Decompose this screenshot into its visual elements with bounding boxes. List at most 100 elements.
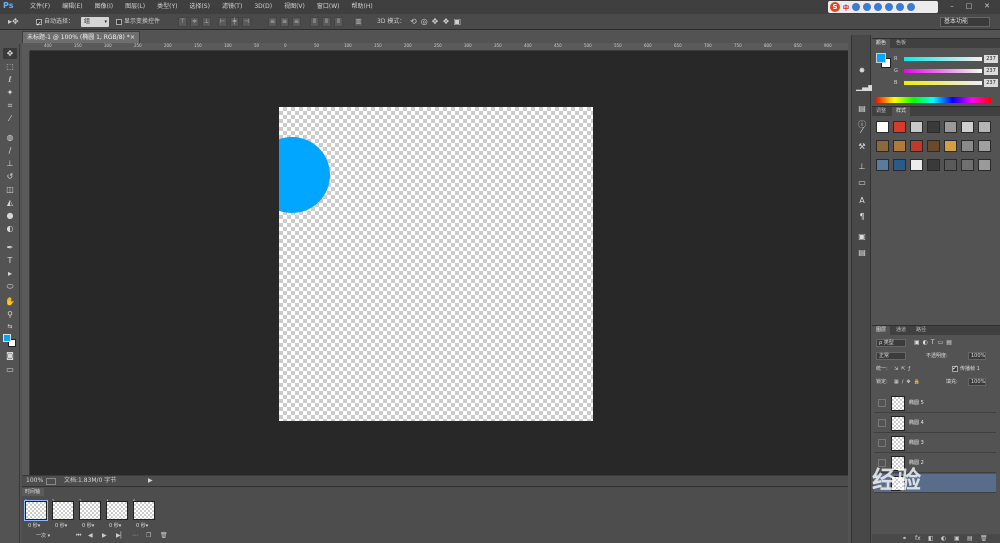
tab-adjustments[interactable]: 调整: [872, 107, 890, 116]
layer-thumbnail[interactable]: [891, 416, 905, 431]
layer-filter-dropdown[interactable]: ρ 类型: [876, 339, 906, 347]
layer-row[interactable]: 椭圆 3: [874, 434, 996, 453]
menu-type[interactable]: 类型(Y): [151, 0, 183, 14]
align-left-button[interactable]: ⊢: [218, 17, 227, 27]
color-spectrum-bar[interactable]: [875, 97, 991, 103]
document-tab[interactable]: 未标题-1 @ 100% (椭圆 1, RGB/8) * ×: [22, 31, 140, 43]
blur-tool-icon[interactable]: ●: [3, 210, 17, 221]
blend-mode-dropdown[interactable]: 正常: [876, 352, 906, 360]
tray-icon[interactable]: [885, 3, 894, 11]
notes-icon[interactable]: ▣: [856, 231, 868, 243]
distribute-right-button[interactable]: ⦀: [334, 17, 343, 27]
magic-wand-tool-icon[interactable]: ✦: [3, 87, 17, 98]
adjustment-layer-icon[interactable]: ◐: [941, 534, 946, 543]
clone-source-icon[interactable]: ⊥: [856, 161, 868, 173]
lock-icons[interactable]: ▦∕✥🔒: [894, 377, 923, 387]
style-swatch[interactable]: [961, 140, 974, 152]
brush-presets-icon[interactable]: ⁄: [856, 125, 868, 137]
style-swatch[interactable]: [961, 159, 974, 171]
style-swatch[interactable]: [876, 159, 889, 171]
paragraph-icon[interactable]: ¶: [856, 211, 868, 223]
style-swatch[interactable]: [978, 159, 991, 171]
eraser-tool-icon[interactable]: ◫: [3, 184, 17, 195]
hand-tool-icon[interactable]: ✋: [3, 296, 17, 307]
distribute-left-button[interactable]: ⦀: [310, 17, 319, 27]
green-track[interactable]: [904, 69, 982, 73]
style-swatch[interactable]: [893, 140, 906, 152]
3d-mode-icons[interactable]: ⟲◎✥❖▣: [410, 14, 465, 30]
crop-tool-icon[interactable]: ⌗: [3, 100, 17, 111]
timeline-frame[interactable]: 1 0 秒▾: [24, 499, 48, 529]
dodge-tool-icon[interactable]: ◐: [3, 223, 17, 234]
brush-tool-icon[interactable]: ∕: [3, 145, 17, 156]
checkbox-icon[interactable]: [952, 363, 958, 373]
align-bottom-button[interactable]: ⊥: [202, 17, 211, 27]
menu-select[interactable]: 选择(S): [183, 0, 216, 14]
tab-color[interactable]: 颜色: [872, 39, 891, 48]
red-track[interactable]: [904, 57, 982, 61]
align-vcenter-button[interactable]: ≑: [190, 17, 199, 27]
first-frame-icon[interactable]: ⏮: [76, 532, 81, 540]
tab-paths[interactable]: 路径: [912, 326, 930, 335]
style-swatch[interactable]: [893, 121, 906, 133]
frame-thumbnail[interactable]: [24, 500, 48, 521]
menu-edit[interactable]: 编辑(E): [56, 0, 88, 14]
style-swatch[interactable]: [927, 121, 940, 133]
blue-ellipse-shape[interactable]: [279, 137, 330, 213]
loop-options-dropdown[interactable]: 一次 ▾: [36, 532, 50, 539]
menu-window[interactable]: 窗口(W): [311, 0, 346, 14]
style-swatch[interactable]: [978, 121, 991, 133]
properties-icon[interactable]: ▤: [856, 103, 868, 115]
fill-input[interactable]: 100%: [968, 378, 986, 386]
layer-thumbnail[interactable]: [891, 396, 905, 411]
align-top-button[interactable]: ⊤: [178, 17, 187, 27]
timeline-tab[interactable]: 时间轴: [22, 488, 44, 496]
zoom-tool-icon[interactable]: ⚲: [3, 309, 17, 320]
menu-view[interactable]: 视图(V): [278, 0, 311, 14]
ellipse-tool-icon[interactable]: ⬭: [3, 281, 17, 292]
frame-thumbnail[interactable]: [106, 501, 128, 520]
distribute-hcenter-button[interactable]: ⦀: [322, 17, 331, 27]
blue-slider[interactable]: B 237: [894, 79, 998, 87]
auto-align-button[interactable]: ▥: [354, 17, 363, 27]
tray-icon[interactable]: [896, 3, 905, 11]
checkbox-icon[interactable]: [116, 18, 122, 25]
character-icon[interactable]: A: [856, 195, 868, 207]
timeline-frame[interactable]: 4 0 秒▾: [105, 499, 129, 529]
layer-row[interactable]: 椭圆 4: [874, 414, 996, 433]
input-lang-label[interactable]: 中: [843, 3, 849, 12]
green-slider[interactable]: G 237: [894, 67, 998, 75]
ruler-origin[interactable]: [22, 43, 30, 51]
layer-style-icon[interactable]: fx: [915, 534, 921, 543]
layer-row[interactable]: 椭圆 5: [874, 394, 996, 413]
visibility-eye-icon[interactable]: [878, 439, 886, 447]
auto-select-checkbox[interactable]: 自动选择：: [36, 14, 74, 32]
path-selection-tool-icon[interactable]: ▸: [3, 268, 17, 279]
propagate-frame-checkbox[interactable]: 传播帧 1: [952, 363, 980, 374]
type-tool-icon[interactable]: T: [3, 255, 17, 266]
opacity-input[interactable]: 100%: [968, 352, 986, 360]
style-swatch[interactable]: [876, 140, 889, 152]
canvas-workspace[interactable]: [30, 51, 848, 475]
lasso-tool-icon[interactable]: ℓ: [3, 74, 17, 85]
new-layer-icon[interactable]: ▤: [967, 534, 973, 543]
vertical-ruler[interactable]: [22, 51, 30, 475]
green-value[interactable]: 237: [984, 67, 998, 75]
tray-icon[interactable]: [874, 3, 883, 11]
play-icon[interactable]: ▶: [102, 532, 107, 539]
frame-duration[interactable]: 0 秒▾: [82, 522, 94, 529]
frame-duration[interactable]: 0 秒▾: [136, 522, 148, 529]
menu-file[interactable]: 文件(F): [24, 0, 56, 14]
layer-name[interactable]: 椭圆 3: [909, 434, 924, 453]
clone-stamp-tool-icon[interactable]: ⊥: [3, 158, 17, 169]
status-menu-arrow-icon[interactable]: ▶: [148, 476, 153, 486]
red-slider[interactable]: R 237: [894, 55, 998, 63]
next-frame-icon[interactable]: ▶▏: [116, 532, 125, 539]
marquee-tool-icon[interactable]: ⬚: [3, 61, 17, 72]
workspace-dropdown[interactable]: 基本功能: [940, 17, 990, 27]
timeline-frame[interactable]: 2 0 秒▾: [51, 499, 75, 529]
align-hcenter-button[interactable]: ╪: [230, 17, 239, 27]
unify-icons[interactable]: ⇲⇱ƒ: [894, 364, 913, 374]
style-swatch[interactable]: [978, 140, 991, 152]
tool-presets-icon[interactable]: ⚒: [856, 141, 868, 153]
